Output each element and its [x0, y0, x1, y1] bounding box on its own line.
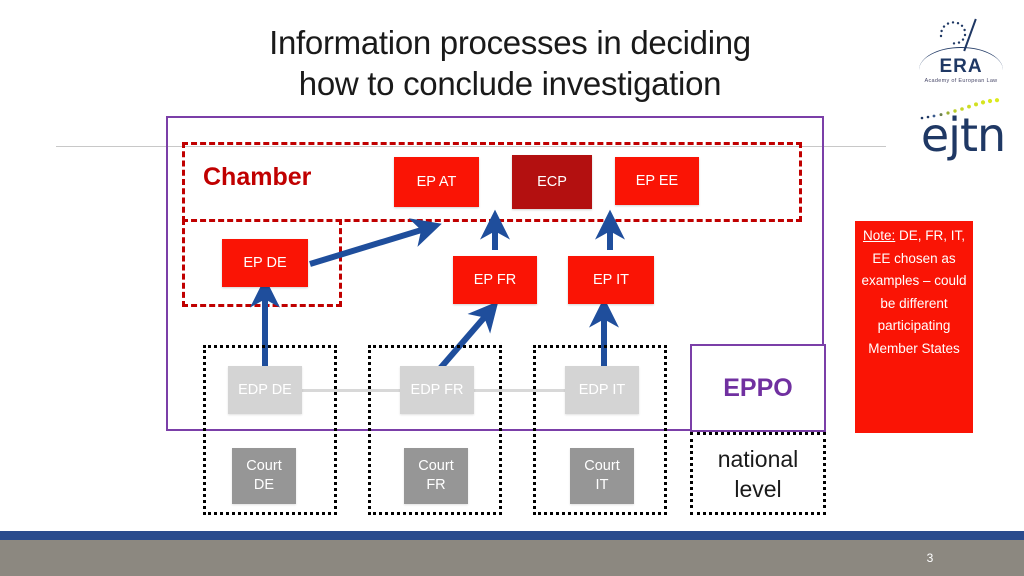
- box-ep-at[interactable]: EP AT: [394, 157, 479, 207]
- court-fr-line2: FR: [426, 477, 446, 493]
- note-body: DE, FR, IT, EE chosen as examples – coul…: [861, 228, 967, 356]
- box-ep-it[interactable]: EP IT: [568, 256, 654, 304]
- box-ep-de[interactable]: EP DE: [222, 239, 308, 287]
- page-title: Information processes in deciding how to…: [170, 22, 850, 104]
- box-ecp[interactable]: ECP: [512, 155, 592, 209]
- note-heading: Note:: [862, 228, 896, 243]
- page-title-line2: how to conclude investigation: [298, 65, 722, 102]
- box-court-fr[interactable]: Court FR: [404, 448, 468, 504]
- page-number: 3: [926, 551, 934, 565]
- era-logo: ERA Academy of European Law: [905, 16, 1017, 94]
- box-edp-de[interactable]: EDP DE: [228, 366, 302, 414]
- box-ep-fr[interactable]: EP FR: [453, 256, 537, 304]
- footer-accent-bar: [0, 531, 1024, 540]
- connector-edpde-edpfr: [300, 389, 402, 392]
- connector-edpfr-edpit: [472, 389, 567, 392]
- court-de-line1: Court: [246, 458, 282, 474]
- footer-bar: [0, 540, 1024, 576]
- box-court-de[interactable]: Court DE: [232, 448, 296, 504]
- slide: Information processes in deciding how to…: [0, 0, 1024, 576]
- court-fr-line1: Court: [418, 458, 454, 474]
- ejtn-wordmark: ejtn: [920, 108, 1006, 162]
- page-title-line1: Information processes in deciding: [269, 24, 751, 61]
- era-wordmark: ERA: [939, 56, 983, 77]
- box-edp-fr[interactable]: EDP FR: [400, 366, 474, 414]
- note-box: Note: DE, FR, IT, EE chosen as examples …: [855, 221, 973, 433]
- national-level-legend: national level: [690, 432, 826, 515]
- ejtn-logo: ejtn: [908, 98, 1018, 168]
- court-it-line2: IT: [595, 477, 609, 493]
- eppo-label: EPPO: [723, 373, 793, 402]
- eppo-legend-box: EPPO: [690, 344, 826, 432]
- court-it-line1: Court: [584, 458, 620, 474]
- chamber-label: Chamber: [203, 163, 312, 191]
- box-ep-ee[interactable]: EP EE: [615, 157, 699, 205]
- era-tagline: Academy of European Law: [924, 78, 998, 84]
- box-court-it[interactable]: Court IT: [570, 448, 634, 504]
- box-edp-it[interactable]: EDP IT: [565, 366, 639, 414]
- court-de-line2: DE: [253, 477, 275, 493]
